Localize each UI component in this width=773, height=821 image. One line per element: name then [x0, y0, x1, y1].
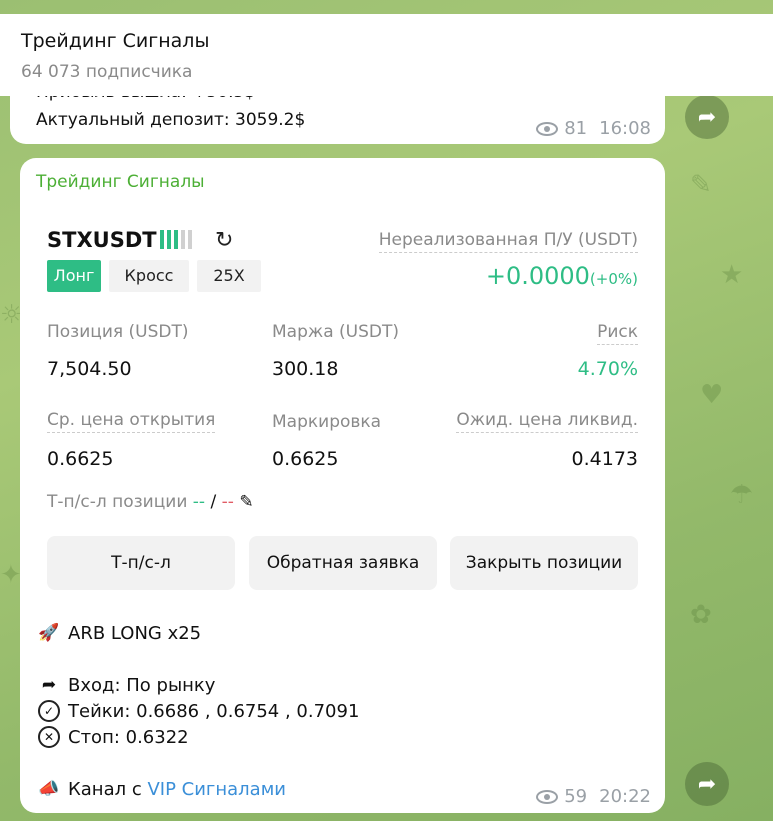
message-bubble[interactable]: Трейдинг Сигналы STXUSDT ↻ Нереализованн… [20, 158, 665, 813]
footer-prefix: Канал с [68, 778, 148, 800]
refresh-icon: ↻ [215, 228, 234, 253]
close-position-button: Закрыть позиции [450, 536, 638, 590]
forward-button[interactable]: ➦ [685, 95, 729, 139]
stop-line: ✕ Стоп: 0.6322 [38, 726, 189, 748]
takes-text: Тейки: 0.6686 , 0.6754 , 0.7091 [68, 700, 360, 722]
check-circle-icon: ✓ [38, 700, 60, 722]
background-doodle: ✦ [0, 560, 22, 590]
eye-icon [536, 121, 559, 136]
margin-label: Маржа (USDT) [272, 322, 399, 342]
signal-line: 🚀 ARB LONG x25 [38, 622, 201, 644]
margin-value: 300.18 [272, 358, 339, 380]
signal-bars-icon [160, 230, 192, 249]
trading-pair: STXUSDT [47, 228, 157, 252]
forward-arrow-icon: ➦ [697, 771, 717, 797]
background-doodle: ♥ [700, 380, 724, 410]
liquidation-price-label: Ожид. цена ликвид. [456, 410, 638, 433]
side-badge: Лонг [47, 260, 101, 292]
pnl-percent: (+0%) [589, 270, 638, 288]
background-doodle: ✎ [690, 170, 712, 200]
channel-name[interactable]: Трейдинг Сигналы [36, 172, 205, 192]
message-meta: 81 16:08 [536, 118, 651, 139]
tpsl-tp: -- [192, 492, 206, 512]
leverage-badge: 25X [197, 260, 261, 292]
share-arrow-icon: ➦ [41, 675, 57, 695]
background-doodle: ✿ [690, 600, 712, 630]
megaphone-icon: 📣 [38, 779, 60, 799]
vip-channel-link[interactable]: VIP Сигналами [147, 779, 286, 800]
pnl-amount: +0.0000 [485, 262, 590, 290]
eye-icon [536, 789, 559, 804]
pnl-value: +0.0000(+0%) [486, 262, 638, 290]
channel-title: Трейдинг Сигналы [21, 30, 210, 52]
view-count: 81 [564, 118, 588, 139]
message-time: 20:22 [599, 786, 651, 807]
rocket-icon: 🚀 [38, 623, 60, 643]
entry-line: ➦ Вход: По рынку [38, 674, 216, 696]
entry-price-value: 0.6625 [47, 448, 114, 470]
subscriber-count: 64 073 подписчика [21, 62, 193, 82]
chat-header[interactable]: Трейдинг Сигналы 64 073 подписчика [0, 14, 773, 96]
mark-price-value: 0.6625 [272, 448, 339, 470]
tpsl-label: Т-п/с-л позиции [47, 492, 188, 512]
margin-mode-badge: Кросс [109, 260, 189, 292]
footer-line: 📣 Канал с VIP Сигналами [38, 778, 286, 800]
tpsl-separator: / [210, 492, 217, 512]
stop-text: Стоп: 0.6322 [68, 726, 189, 748]
signal-text: ARB LONG x25 [68, 622, 202, 644]
position-label: Позиция (USDT) [47, 322, 189, 342]
forward-button[interactable]: ➦ [685, 762, 729, 806]
reverse-order-button: Обратная заявка [249, 536, 437, 590]
risk-value: 4.70% [577, 358, 638, 380]
view-count: 59 [564, 786, 588, 807]
background-doodle: ☂ [730, 480, 754, 510]
message-meta: 59 20:22 [536, 786, 651, 807]
message-time: 16:08 [599, 118, 651, 139]
entry-text: Вход: По рынку [68, 674, 216, 696]
position-value: 7,504.50 [47, 358, 132, 380]
mark-price-label: Маркировка [272, 412, 382, 432]
unrealized-pnl-label: Нереализованная П/У (USDT) [378, 230, 638, 253]
forward-arrow-icon: ➦ [697, 104, 717, 130]
x-circle-icon: ✕ [38, 726, 60, 748]
pencil-icon: ✎ [239, 492, 254, 512]
tpsl-sl: -- [221, 492, 234, 512]
risk-label: Риск [597, 322, 638, 345]
tpsl-button: Т-п/с-л [47, 536, 235, 590]
entry-price-label: Ср. цена открытия [47, 410, 216, 433]
takes-line: ✓ Тейки: 0.6686 , 0.6754 , 0.7091 [38, 700, 359, 722]
tpsl-row: Т-п/с-л позиции -- / -- ✎ [47, 492, 254, 512]
background-doodle: ★ [720, 260, 744, 290]
liquidation-price-value: 0.4173 [571, 448, 638, 470]
deposit-line: Актуальный депозит: 3059.2$ [36, 110, 306, 130]
